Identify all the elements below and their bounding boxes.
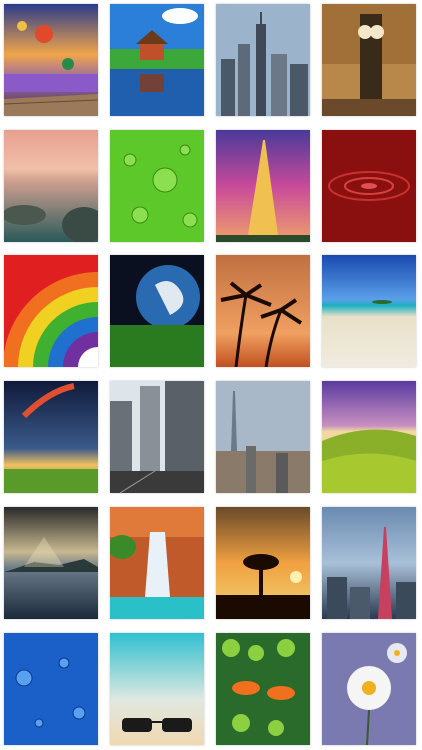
waterfall-icon: [110, 507, 204, 619]
tower-icon: [322, 507, 416, 619]
wallpaper-thumb-daisy[interactable]: [322, 633, 416, 745]
wallpaper-thumb-eiffel-tower[interactable]: [216, 130, 310, 242]
globe-icon: [110, 255, 204, 367]
wallpaper-thumb-city-skyline[interactable]: [216, 4, 310, 116]
wallpaper-thumb-empire-state[interactable]: [322, 507, 416, 619]
ripple-icon: [322, 130, 416, 242]
wallpaper-thumb-tropical-beach[interactable]: [322, 255, 416, 367]
city-icon: [216, 4, 310, 116]
drop-icon: [4, 633, 98, 745]
wallpaper-thumb-blue-drops[interactable]: [4, 633, 98, 745]
hot-air-balloon-icon: [4, 4, 98, 116]
wallpaper-thumb-green-hills[interactable]: [322, 381, 416, 493]
tower-icon: [216, 130, 310, 242]
hill-icon: [322, 381, 416, 493]
flower-icon: [322, 633, 416, 745]
palm-icon: [216, 255, 310, 367]
wallpaper-thumb-green-drops[interactable]: [110, 130, 204, 242]
drop-icon: [110, 130, 204, 242]
wallpaper-thumb-seaside-sunset[interactable]: [4, 130, 98, 242]
wallpaper-thumb-cottage[interactable]: [110, 4, 204, 116]
wallpaper-thumb-lone-tree[interactable]: [216, 507, 310, 619]
wallpaper-thumb-city-street[interactable]: [110, 381, 204, 493]
wallpaper-grid: [0, 0, 422, 750]
building-icon: [110, 381, 204, 493]
wallpaper-thumb-balloons[interactable]: [4, 4, 98, 116]
wallpaper-thumb-red-ripple[interactable]: [322, 130, 416, 242]
wallpaper-thumb-earth[interactable]: [110, 255, 204, 367]
planet-icon: [4, 381, 98, 493]
rainbow-icon: [4, 255, 98, 367]
sunset-icon: [4, 130, 98, 242]
sunglasses-icon: [110, 633, 204, 745]
skyscraper-icon: [216, 381, 310, 493]
sun-icon: [4, 507, 98, 619]
wallpaper-thumb-palm-sunset[interactable]: [216, 255, 310, 367]
wallpaper-thumb-sunrays-ocean[interactable]: [4, 507, 98, 619]
wallpaper-thumb-planet-sky[interactable]: [4, 381, 98, 493]
wallpaper-thumb-clownfish[interactable]: [216, 633, 310, 745]
wallpaper-thumb-street-clock[interactable]: [322, 4, 416, 116]
wallpaper-thumb-waterfall[interactable]: [110, 507, 204, 619]
wallpaper-thumb-dubai[interactable]: [216, 381, 310, 493]
house-icon: [110, 4, 204, 116]
wallpaper-thumb-rainbow[interactable]: [4, 255, 98, 367]
wallpaper-thumb-sunglasses[interactable]: [110, 633, 204, 745]
fish-icon: [216, 633, 310, 745]
beach-icon: [322, 255, 416, 367]
clock-icon: [322, 4, 416, 116]
tree-icon: [216, 507, 310, 619]
